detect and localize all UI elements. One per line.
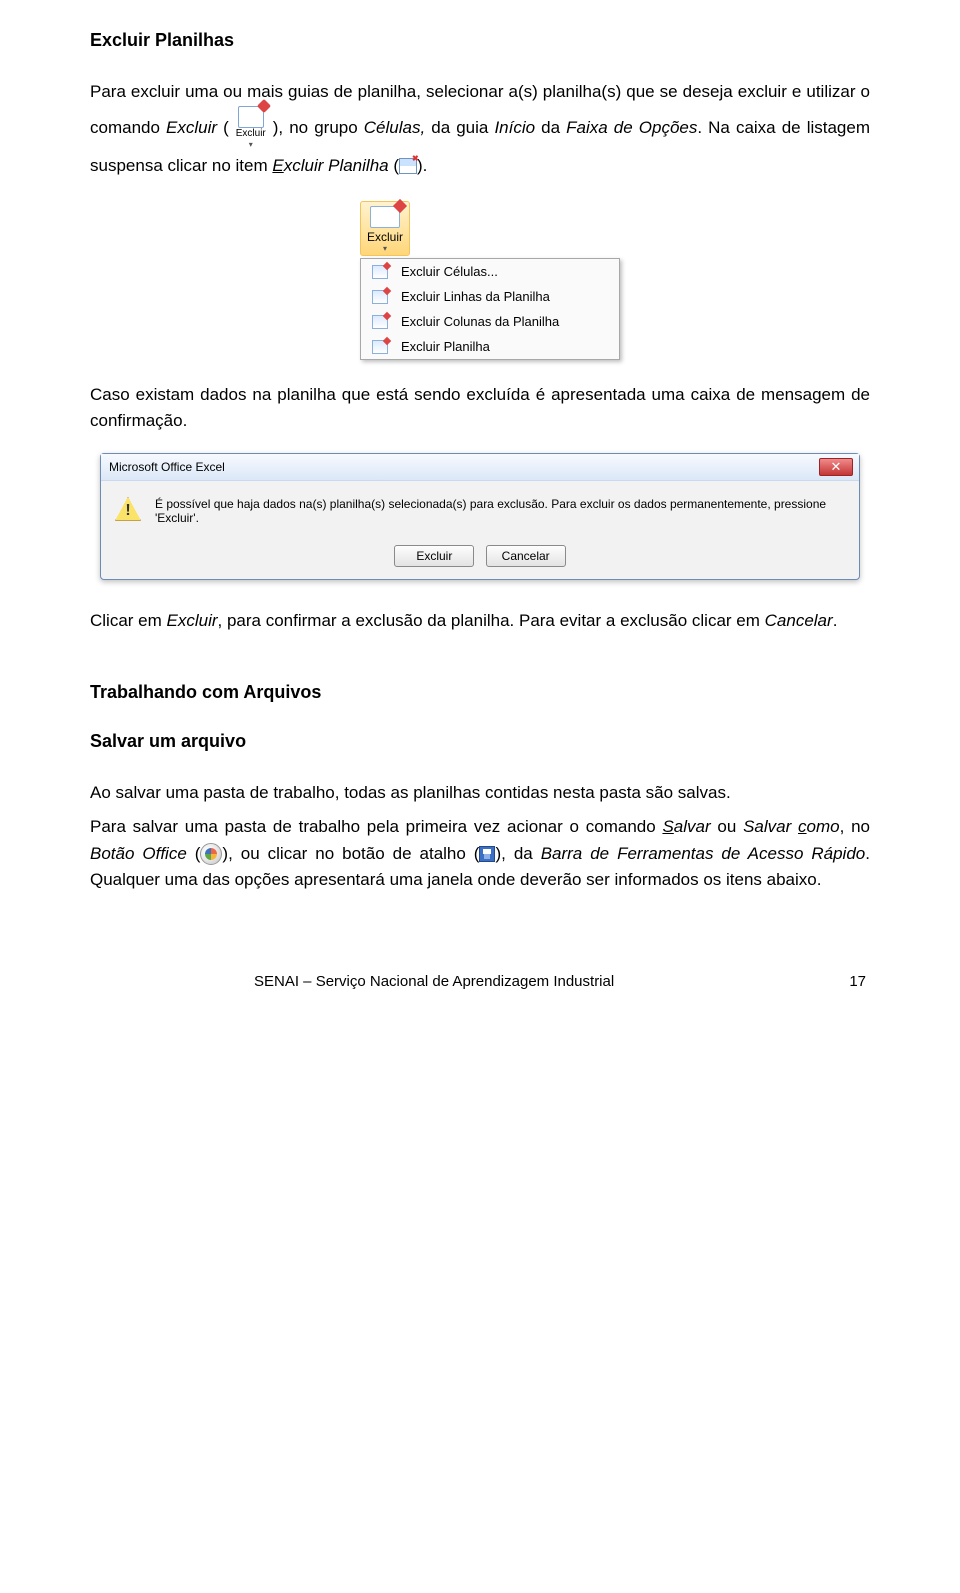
delete-rows-icon xyxy=(372,290,388,304)
menu-item-excluir-celulas[interactable]: Excluir Células... xyxy=(361,259,619,284)
menu-label: Excluir Planilha xyxy=(401,339,490,354)
text: ), ou clicar no botão de atalho ( xyxy=(222,844,479,863)
text: ( xyxy=(187,844,201,863)
confirm-dialog: Microsoft Office Excel ✕ É possível que … xyxy=(100,453,860,580)
dialog-message: É possível que haja dados na(s) planilha… xyxy=(155,497,845,525)
text: ( xyxy=(217,119,229,138)
em-excluir: Excluir xyxy=(166,119,217,138)
close-icon[interactable]: ✕ xyxy=(819,458,853,476)
menu-item-excluir-linhas[interactable]: Excluir Linhas da Planilha xyxy=(361,284,619,309)
heading-salvar-arquivo: Salvar um arquivo xyxy=(90,731,870,752)
menu-item-excluir-colunas[interactable]: Excluir Colunas da Planilha xyxy=(361,309,619,334)
heading-trabalhando: Trabalhando com Arquivos xyxy=(90,682,870,703)
delete-cells-icon xyxy=(372,265,388,279)
em-cancelar: Cancelar xyxy=(765,611,833,630)
office-button-icon xyxy=(200,843,222,865)
menu-item-excluir-planilha[interactable]: Excluir Planilha xyxy=(361,334,619,359)
paragraph-salvar-1: Ao salvar uma pasta de trabalho, todas a… xyxy=(90,780,870,806)
delete-sheet-icon xyxy=(372,340,388,354)
em-faixa: Faixa de Opções xyxy=(566,119,697,138)
menu-label: Excluir Linhas da Planilha xyxy=(401,289,550,304)
heading-excluir-planilhas: Excluir Planilhas xyxy=(90,30,870,51)
text: ), da xyxy=(495,844,540,863)
excluir-dropdown-figure: Excluir ▾ Excluir Células... Excluir Lin… xyxy=(360,201,870,360)
text: , para confirmar a exclusão da planilha.… xyxy=(218,611,765,630)
em-excluir: Excluir xyxy=(167,611,218,630)
delete-cols-icon xyxy=(372,315,388,329)
excluir-button-label: Excluir xyxy=(367,230,403,244)
text: ou xyxy=(711,817,743,836)
page-footer: SENAI – Serviço Nacional de Aprendizagem… xyxy=(90,973,870,990)
chevron-down-icon: ▾ xyxy=(383,244,387,253)
text: da xyxy=(535,119,566,138)
dialog-excluir-button[interactable]: Excluir xyxy=(394,545,474,567)
em-inicio: Início xyxy=(494,119,535,138)
menu-label: Excluir Colunas da Planilha xyxy=(401,314,559,329)
save-icon xyxy=(479,846,495,862)
text: Para salvar uma pasta de trabalho pela p… xyxy=(90,817,662,836)
dialog-title-bar: Microsoft Office Excel ✕ xyxy=(101,454,859,481)
delete-icon xyxy=(370,206,400,228)
excluir-split-button[interactable]: Excluir ▾ xyxy=(360,201,410,256)
text: . xyxy=(833,611,838,630)
paragraph-confirmacao: Caso existam dados na planilha que está … xyxy=(90,382,870,435)
excluir-dropdown-menu: Excluir Células... Excluir Linhas da Pla… xyxy=(360,258,620,360)
text: Para excluir uma ou mais guias de planil… xyxy=(90,82,733,101)
em-celulas: Células, xyxy=(364,119,425,138)
footer-text: SENAI – Serviço Nacional de Aprendizagem… xyxy=(254,973,614,990)
em-excluir-planilha: xcluir Planilha xyxy=(284,156,389,175)
warning-icon xyxy=(115,497,141,521)
paragraph-salvar-2: Para salvar uma pasta de trabalho pela p… xyxy=(90,814,870,893)
dialog-title-text: Microsoft Office Excel xyxy=(109,460,225,474)
text: ( xyxy=(389,156,399,175)
delete-split-button-icon: Excluir▾ xyxy=(230,105,272,152)
paragraph-intro: Para excluir uma ou mais guias de planil… xyxy=(90,79,870,179)
delete-sheet-icon: ✖ xyxy=(399,158,417,174)
em-barra: Barra de Ferramentas de Acesso Rápido xyxy=(541,844,866,863)
text: ), no grupo xyxy=(273,119,364,138)
paragraph-clicar-excluir: Clicar em Excluir, para confirmar a excl… xyxy=(90,608,870,634)
menu-label: Excluir Células... xyxy=(401,264,498,279)
text: da guia xyxy=(425,119,494,138)
page-number: 17 xyxy=(849,973,866,990)
dialog-cancelar-button[interactable]: Cancelar xyxy=(486,545,566,567)
text: Clicar em xyxy=(90,611,167,630)
em-botao-office: Botão Office xyxy=(90,844,187,863)
text: , no xyxy=(840,817,870,836)
